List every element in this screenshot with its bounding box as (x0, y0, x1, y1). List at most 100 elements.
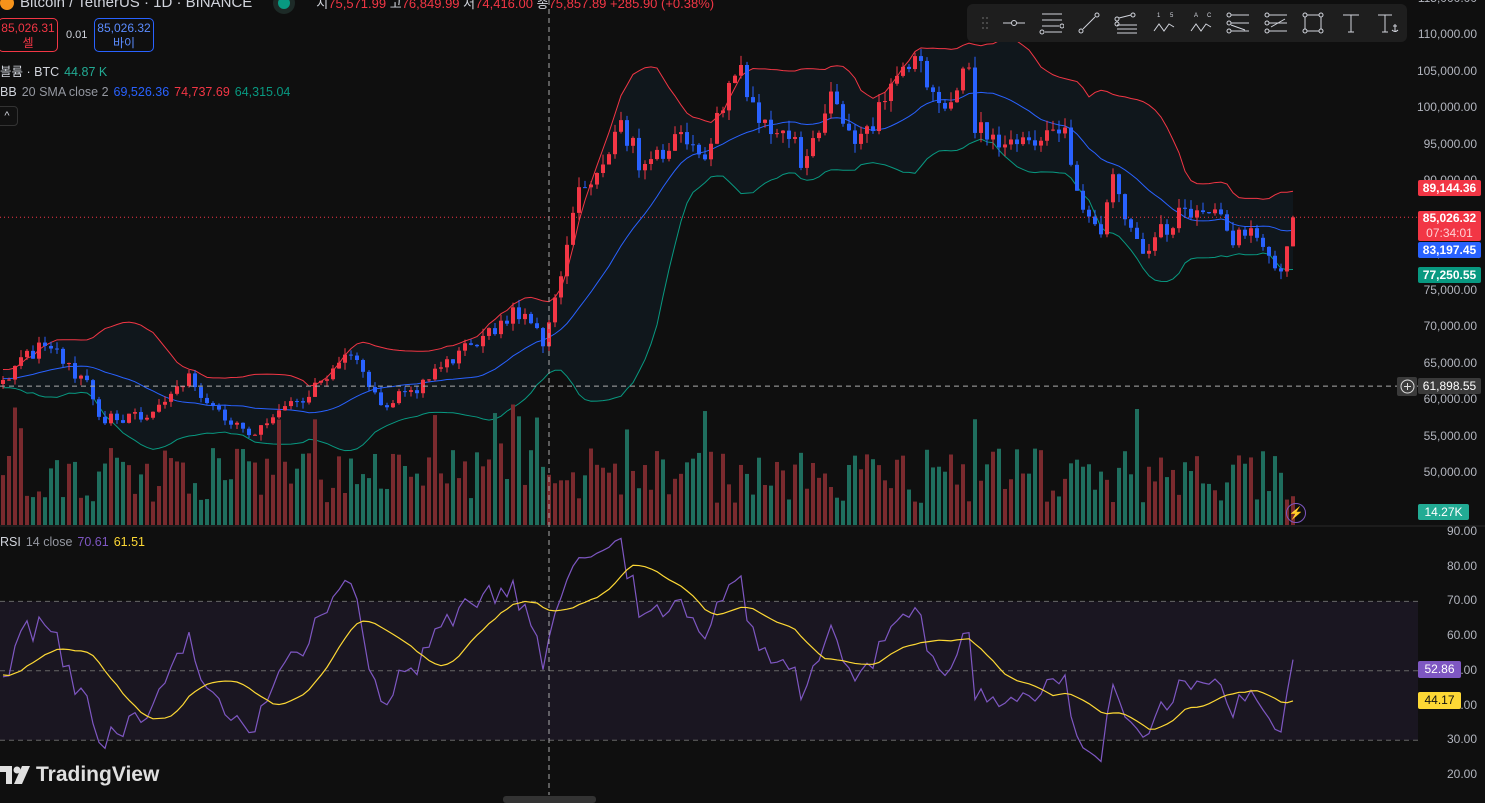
candle-body (79, 375, 83, 379)
volume-bar (655, 451, 659, 525)
candle-body (967, 67, 971, 69)
lightning-icon[interactable]: ⚡ (1286, 503, 1306, 523)
candle-body (691, 144, 695, 146)
candle-body (1075, 164, 1079, 191)
parallel-lines-tool-icon[interactable] (1032, 4, 1069, 42)
collapse-legend-button[interactable]: ^ (0, 106, 18, 126)
candle-body (1105, 202, 1109, 235)
sell-button[interactable]: 85,026.31 셀 (0, 18, 58, 52)
candle-body (661, 149, 665, 159)
volume-bar (1171, 469, 1175, 525)
candle-body (115, 413, 119, 421)
time-scrollbar[interactable] (503, 796, 596, 803)
candle-body (559, 276, 563, 298)
volume-bar (553, 483, 557, 525)
volume-bar (1219, 500, 1223, 525)
candle-body (385, 405, 389, 408)
elliott-wave-tool-icon[interactable]: 15 (1145, 4, 1182, 42)
candle-body (1243, 229, 1247, 236)
horizontal-ray-tool-icon[interactable] (995, 4, 1032, 42)
candle-body (499, 320, 503, 335)
ohlc-values: 시75,571.99 고76,849.99 저74,416.00 종75,857… (316, 0, 714, 12)
drawing-toolbar: 15 AC (967, 4, 1407, 42)
rsi-tag: 52.86 (1418, 661, 1461, 678)
volume-bar (769, 485, 773, 525)
text-tool-icon[interactable] (1332, 4, 1369, 42)
drag-handle-icon[interactable] (975, 4, 995, 42)
volume-bar (955, 484, 959, 525)
regression-trend-tool-icon[interactable] (1257, 4, 1294, 42)
volume-legend[interactable]: 볼륨 · BTC 44.87 K (0, 61, 112, 80)
candle-body (127, 413, 131, 423)
volume-bar (211, 448, 215, 525)
volume-bar (1009, 479, 1013, 525)
volume-bar (925, 449, 929, 525)
volume-bar (589, 448, 593, 525)
candle-body (931, 87, 935, 92)
volume-bar (379, 488, 383, 525)
candle-body (619, 120, 623, 132)
sell-price: 85,026.31 (1, 21, 55, 35)
volume-bar (409, 476, 413, 525)
anchored-text-tool-icon[interactable] (1370, 4, 1407, 42)
trend-angle-tool-icon[interactable] (1220, 4, 1257, 42)
volume-bar (127, 465, 131, 525)
symbol-title[interactable]: Bitcoin / TetherUS · 1D · BINANCE (20, 0, 252, 11)
price-tick-label: 105,000.00 (1416, 63, 1477, 78)
volume-bar (523, 484, 527, 525)
volume-bar (37, 491, 41, 525)
volume-bar (403, 465, 407, 525)
volume-bar (463, 461, 467, 525)
volume-bar (181, 462, 185, 525)
candle-body (1129, 219, 1133, 228)
candle-body (1189, 208, 1193, 218)
candle-body (379, 392, 383, 406)
market-status-icon (278, 0, 291, 9)
add-alert-button[interactable] (1397, 377, 1417, 396)
volume-bar (703, 411, 707, 525)
chart-canvas[interactable] (0, 0, 1485, 803)
buy-button[interactable]: 85,026.32 바이 (94, 18, 154, 52)
abc-pattern-tool-icon[interactable]: AC (1182, 4, 1219, 42)
bb-legend[interactable]: BB 20 SMA close 2 69,526.36 74,737.69 64,315… (0, 85, 295, 99)
volume-bar (43, 497, 47, 525)
rectangle-tool-icon[interactable] (1295, 4, 1332, 42)
candle-body (823, 113, 827, 133)
fib-retracement-tool-icon[interactable] (1107, 4, 1144, 42)
candle-body (757, 102, 761, 123)
candle-body (265, 423, 269, 426)
volume-bar (1231, 464, 1235, 525)
candle-body (565, 244, 569, 277)
candle-body (445, 359, 449, 368)
candle-body (1045, 130, 1049, 141)
volume-bar (1165, 477, 1169, 525)
volume-bar (631, 470, 635, 525)
volume-bar (439, 473, 443, 525)
bb-name: BB (0, 85, 17, 99)
volume-bar (625, 429, 629, 525)
candle-body (1015, 139, 1019, 145)
trend-line-tool-icon[interactable] (1070, 4, 1107, 42)
candle-body (1171, 228, 1175, 235)
candle-body (1207, 212, 1211, 214)
candle-body (859, 133, 863, 144)
candle-body (43, 342, 47, 346)
tradingview-branding: TradingView (0, 763, 159, 787)
candle-body (835, 91, 839, 105)
volume-bar (217, 458, 221, 525)
rsi-tick-label: 30.00 (1446, 732, 1477, 747)
candle-body (205, 397, 209, 404)
candle-body (1279, 268, 1283, 272)
candle-body (1285, 246, 1289, 272)
crosshair-price-tag: 61,898.55 (1418, 378, 1481, 394)
volume-bar (97, 471, 101, 525)
candle-body (1147, 250, 1151, 254)
candle-body (163, 401, 167, 405)
rsi-legend[interactable]: RSI 14 close 70.61 61.51 (0, 535, 150, 549)
volume-bar (1189, 471, 1193, 525)
candle-body (337, 362, 341, 369)
volume-bar (943, 471, 947, 525)
price-tick-label: 55,000.00 (1423, 428, 1477, 443)
candle-body (775, 133, 779, 135)
volume-bar (1087, 464, 1091, 525)
